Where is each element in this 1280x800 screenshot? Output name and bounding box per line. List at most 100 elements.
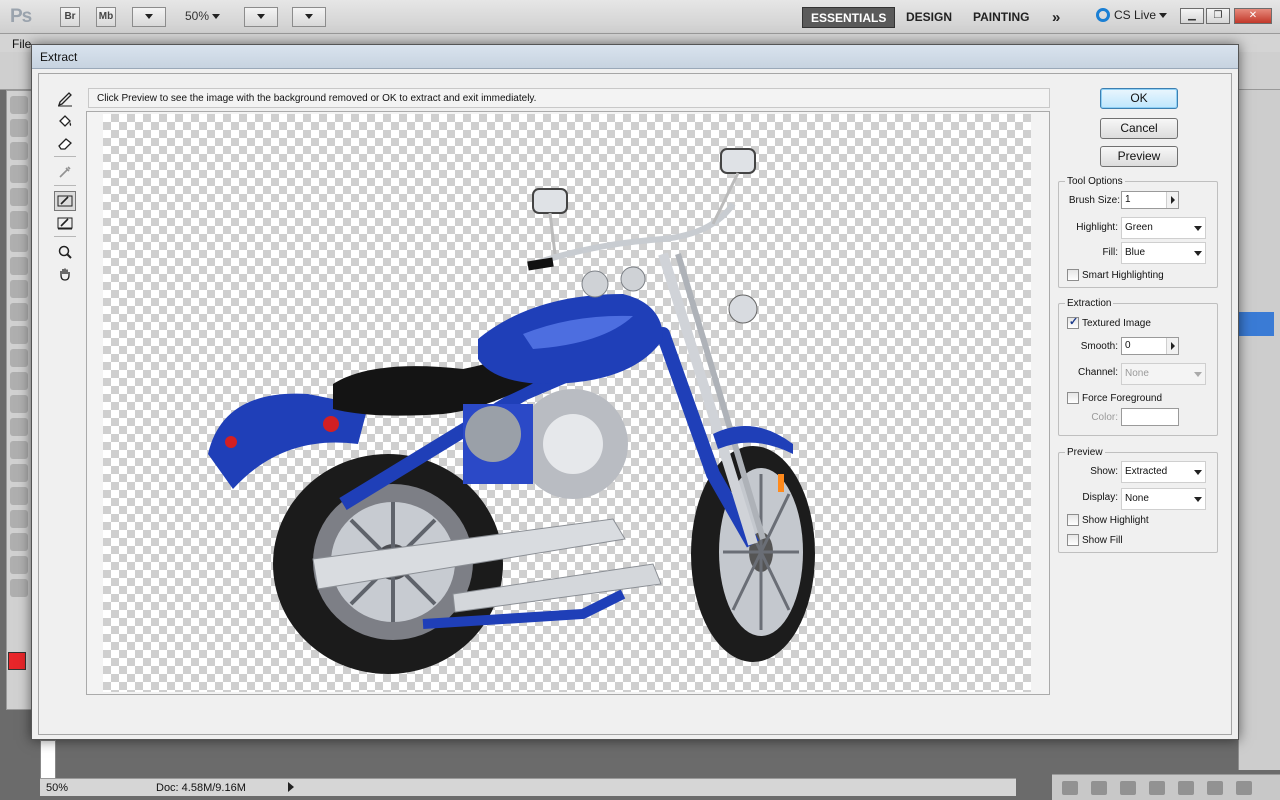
status-zoom[interactable]: 50%: [46, 782, 68, 794]
path-selection-tool-icon[interactable]: [10, 464, 28, 482]
show-select[interactable]: Extracted: [1121, 461, 1206, 483]
bridge-button[interactable]: Br: [60, 7, 80, 27]
zoom-tool-icon[interactable]: [10, 579, 28, 597]
arrange-documents-button[interactable]: [244, 7, 278, 27]
maximize-button[interactable]: ❐: [1206, 8, 1230, 24]
status-bar: 50% Doc: 4.58M/9.16M: [40, 778, 1016, 796]
edge-touchup-tool[interactable]: [54, 213, 76, 233]
fill-select[interactable]: Blue: [1121, 242, 1206, 264]
eraser-tool-icon[interactable]: [10, 326, 28, 344]
fill-tool[interactable]: [54, 111, 76, 131]
dialog-title-bar[interactable]: Extract: [32, 45, 1238, 69]
cancel-button[interactable]: Cancel: [1100, 118, 1178, 139]
new-group-icon[interactable]: [1178, 781, 1195, 795]
dodge-tool-icon[interactable]: [10, 395, 28, 413]
healing-brush-tool-icon[interactable]: [10, 234, 28, 252]
smart-highlighting-checkbox[interactable]: Smart Highlighting: [1067, 269, 1164, 281]
zoom-tool[interactable]: [54, 242, 76, 262]
highlight-label: Highlight:: [1076, 222, 1118, 233]
cs-live-label: CS Live: [1114, 8, 1157, 22]
show-highlight-label: Show Highlight: [1082, 514, 1149, 526]
preview-button[interactable]: Preview: [1100, 146, 1178, 167]
foreground-color-box[interactable]: [1121, 408, 1179, 426]
extracted-motorcycle-image: [208, 148, 815, 674]
highlighter-icon: [57, 92, 72, 107]
view-extras-button[interactable]: [132, 7, 166, 27]
foreground-color-swatch[interactable]: [8, 652, 26, 670]
workspace-more-icon[interactable]: »: [1044, 7, 1068, 28]
workspace-painting[interactable]: PAINTING: [965, 7, 1037, 28]
adjustment-layer-icon[interactable]: [1149, 781, 1166, 795]
extract-dialog: Extract Click Preview to see the image w…: [31, 44, 1239, 740]
workspace-essentials[interactable]: ESSENTIALS: [802, 7, 896, 28]
edge-highlighter-tool[interactable]: [54, 89, 76, 109]
workspace-design[interactable]: DESIGN: [898, 7, 960, 28]
checkbox-box: [1067, 534, 1079, 546]
quick-selection-tool-icon[interactable]: [10, 165, 28, 183]
minimize-button[interactable]: ▁: [1180, 8, 1204, 24]
marquee-tool-icon[interactable]: [10, 119, 28, 137]
textured-image-checkbox[interactable]: Textured Image: [1067, 315, 1151, 329]
history-brush-tool-icon[interactable]: [10, 303, 28, 321]
chevron-down-icon: [1194, 226, 1202, 231]
layer-style-icon[interactable]: [1091, 781, 1108, 795]
slider-arrow-icon[interactable]: [1166, 338, 1178, 354]
lasso-tool-icon[interactable]: [10, 142, 28, 160]
paint-bucket-icon: [59, 115, 72, 127]
eyedropper-tool[interactable]: [54, 162, 76, 182]
3d-rotate-tool-icon[interactable]: [10, 510, 28, 528]
zoom-level-value: 50%: [185, 9, 210, 23]
photoshop-logo: Ps: [10, 6, 32, 27]
extraction-legend: Extraction: [1067, 298, 1112, 309]
3d-orbit-tool-icon[interactable]: [10, 533, 28, 551]
selected-layer-highlight[interactable]: [1238, 312, 1274, 336]
display-select[interactable]: None: [1121, 488, 1206, 510]
eraser-tool[interactable]: [54, 133, 76, 153]
ok-button[interactable]: OK: [1100, 88, 1178, 109]
shape-tool-icon[interactable]: [10, 487, 28, 505]
vertical-ruler: [40, 740, 56, 780]
slider-arrow-icon[interactable]: [1166, 192, 1178, 208]
brush-size-input[interactable]: 1: [1121, 191, 1179, 209]
zoom-level-select[interactable]: 50%: [185, 9, 221, 23]
eyedropper-tool-icon[interactable]: [10, 211, 28, 229]
type-tool-icon[interactable]: [10, 441, 28, 459]
channel-select[interactable]: None: [1121, 363, 1206, 385]
show-fill-checkbox[interactable]: Show Fill: [1067, 534, 1123, 546]
hand-tool-icon[interactable]: [10, 556, 28, 574]
force-foreground-checkbox[interactable]: Force Foreground: [1067, 392, 1162, 404]
show-value: Extracted: [1125, 466, 1168, 477]
crop-tool-icon[interactable]: [10, 188, 28, 206]
paint-bucket-tool-icon[interactable]: [10, 349, 28, 367]
close-window-button[interactable]: ✕: [1234, 8, 1272, 24]
status-menu-arrow-icon[interactable]: [288, 782, 294, 792]
blur-tool-icon[interactable]: [10, 372, 28, 390]
chevron-down-icon: [1194, 497, 1202, 502]
cleanup-tool[interactable]: [54, 191, 76, 211]
menu-file[interactable]: File: [12, 37, 31, 51]
link-layers-icon[interactable]: [1062, 781, 1078, 795]
app-bar: Ps Br Mb 50% ESSENTIALS DESIGN PAINTING …: [0, 0, 1280, 34]
preview-canvas-frame: [86, 111, 1050, 695]
screen-mode-button[interactable]: [292, 7, 326, 27]
new-layer-icon[interactable]: [1207, 781, 1224, 795]
smooth-label: Smooth:: [1080, 341, 1118, 352]
delete-layer-icon[interactable]: [1236, 781, 1253, 795]
mini-bridge-button[interactable]: Mb: [96, 7, 116, 27]
extract-tools: [54, 89, 76, 286]
preview-canvas[interactable]: [103, 114, 1031, 692]
layer-mask-icon[interactable]: [1120, 781, 1137, 795]
textured-image-label: Textured Image: [1082, 317, 1151, 329]
brush-size-value: 1: [1125, 194, 1131, 205]
clone-stamp-tool-icon[interactable]: [10, 280, 28, 298]
smooth-input[interactable]: 0: [1121, 337, 1179, 355]
move-tool-icon[interactable]: [10, 96, 28, 114]
status-doc-size: Doc: 4.58M/9.16M: [156, 782, 246, 794]
brush-tool-icon[interactable]: [10, 257, 28, 275]
show-highlight-checkbox[interactable]: Show Highlight: [1067, 514, 1149, 526]
pen-tool-icon[interactable]: [10, 418, 28, 436]
cs-live-menu[interactable]: CS Live: [1096, 8, 1168, 22]
highlight-select[interactable]: Green: [1121, 217, 1206, 239]
hand-tool[interactable]: [54, 264, 76, 284]
highlight-value: Green: [1125, 222, 1153, 233]
